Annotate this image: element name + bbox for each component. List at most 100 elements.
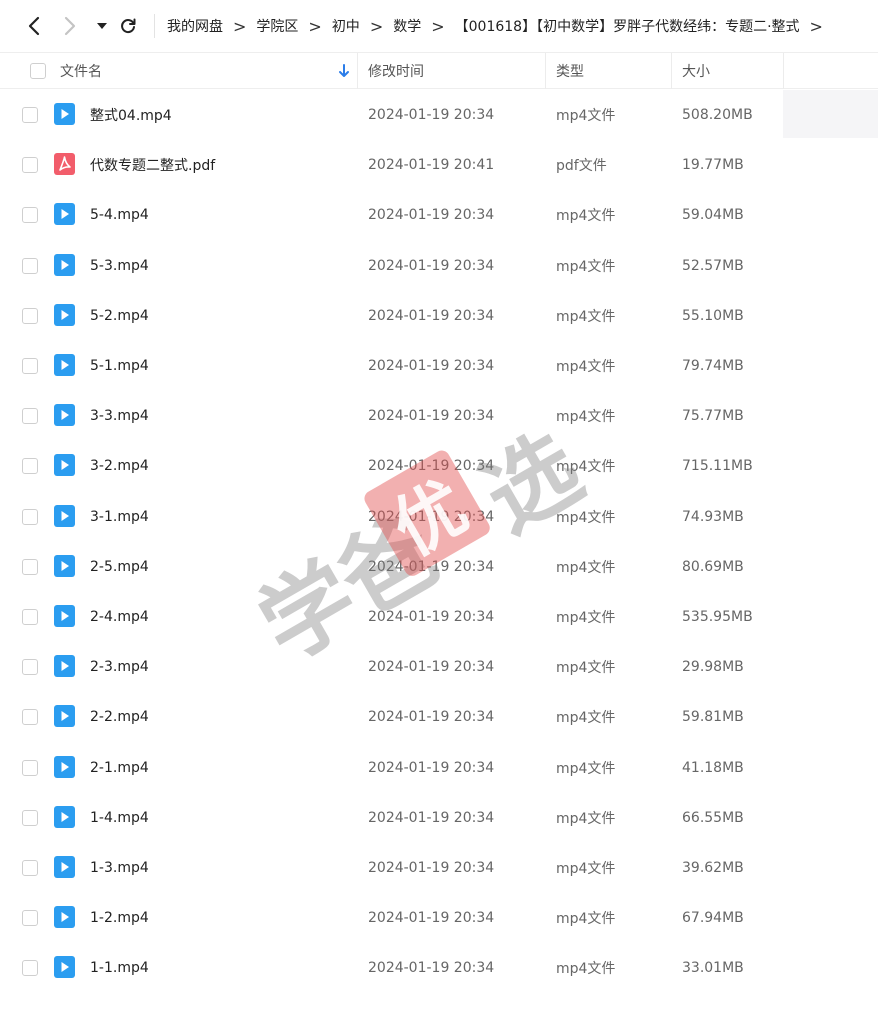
file-type: mp4文件 [556, 660, 616, 677]
breadcrumb-item-my-drive[interactable]: 我的网盘 [167, 16, 223, 36]
video-file-icon [54, 906, 75, 929]
video-file-icon [54, 605, 75, 627]
play-glyph-icon [61, 209, 69, 220]
video-file-icon [54, 253, 75, 276]
table-row[interactable]: 5-1.mp4 2024-01-19 20:34 mp4文件 79.74MB [0, 341, 878, 391]
row-checkbox[interactable] [22, 558, 38, 575]
table-row[interactable]: 整式04.mp4 2024-01-19 20:34 mp4文件 508.20MB [0, 90, 878, 140]
row-checkbox[interactable] [22, 358, 38, 374]
select-all-checkbox[interactable] [30, 63, 46, 79]
table-row[interactable]: 1-4.mp4 2024-01-19 20:34 mp4文件 66.55MB [0, 793, 878, 843]
row-checkbox[interactable] [22, 157, 38, 174]
forward-arrow-icon[interactable] [58, 14, 82, 38]
table-row[interactable]: 代数专题二整式.pdf 2024-01-19 20:41 pdf文件 19.77MB [0, 140, 878, 190]
column-header-size[interactable]: 大小 [682, 53, 710, 89]
file-type: mp4文件 [556, 610, 616, 626]
breadcrumb-item-academy[interactable]: 学院区 [256, 16, 298, 36]
row-checkbox[interactable] [22, 809, 38, 826]
row-checkbox[interactable] [22, 960, 38, 977]
file-name[interactable]: 1-4.mp4 [90, 793, 149, 843]
file-name[interactable]: 3-2.mp4 [90, 441, 149, 491]
row-checkbox[interactable] [22, 860, 38, 876]
table-row[interactable]: 3-3.mp4 2024-01-19 20:34 mp4文件 75.77MB [0, 391, 878, 441]
file-type: mp4文件 [556, 359, 616, 375]
file-name[interactable]: 2-3.mp4 [90, 642, 149, 692]
file-name[interactable]: 2-1.mp4 [90, 743, 149, 793]
row-checkbox[interactable] [22, 609, 38, 625]
table-row[interactable]: 5-3.mp4 2024-01-19 20:34 mp4文件 52.57MB [0, 241, 878, 291]
file-name[interactable]: 5-2.mp4 [90, 291, 149, 341]
breadcrumb: 我的网盘 > 学院区 > 初中 > 数学 > 【001618】【初中数学】罗胖子… [167, 14, 833, 38]
row-checkbox[interactable] [22, 257, 38, 274]
video-file-icon [54, 354, 75, 376]
table-row[interactable]: 3-1.mp4 2024-01-19 20:34 mp4文件 74.93MB [0, 492, 878, 542]
video-file-icon [54, 504, 75, 527]
table-row[interactable]: 3-2.mp4 2024-01-19 20:34 mp4文件 715.11MB [0, 441, 878, 491]
file-modified-time: 2024-01-19 20:34 [368, 358, 495, 374]
row-checkbox[interactable] [22, 207, 38, 224]
row-checkbox[interactable] [22, 408, 38, 425]
breadcrumb-separator: > [233, 16, 247, 36]
file-type: mp4文件 [556, 308, 616, 325]
play-glyph-icon [61, 761, 69, 772]
breadcrumb-item-junior-high[interactable]: 初中 [332, 16, 360, 36]
file-name[interactable]: 1-1.mp4 [90, 943, 149, 993]
row-checkbox[interactable] [22, 508, 38, 525]
column-divider[interactable] [671, 53, 672, 89]
table-row[interactable]: 2-4.mp4 2024-01-19 20:34 mp4文件 535.95MB [0, 592, 878, 642]
file-size: 508.20MB [682, 107, 753, 123]
file-name[interactable]: 5-1.mp4 [90, 341, 149, 391]
table-row[interactable]: 1-1.mp4 2024-01-19 20:34 mp4文件 33.01MB [0, 943, 878, 993]
file-modified-time: 2024-01-19 20:34 [368, 107, 495, 123]
row-checkbox[interactable] [22, 910, 38, 927]
row-checkbox[interactable] [22, 307, 38, 324]
file-name[interactable]: 5-3.mp4 [90, 241, 149, 291]
row-checkbox[interactable] [22, 659, 38, 676]
row-checkbox[interactable] [22, 107, 38, 123]
file-name[interactable]: 1-2.mp4 [90, 893, 149, 943]
column-divider[interactable] [545, 53, 546, 89]
row-checkbox[interactable] [22, 458, 38, 475]
sort-descending-icon[interactable] [338, 63, 350, 79]
file-name[interactable]: 代数专题二整式.pdf [90, 140, 215, 190]
table-row[interactable]: 5-4.mp4 2024-01-19 20:34 mp4文件 59.04MB [0, 190, 878, 240]
table-row[interactable]: 1-2.mp4 2024-01-19 20:34 mp4文件 67.94MB [0, 893, 878, 943]
file-name[interactable]: 2-4.mp4 [90, 592, 149, 642]
file-name[interactable]: 5-4.mp4 [90, 190, 149, 240]
column-divider[interactable] [357, 53, 358, 89]
video-file-icon [54, 655, 75, 678]
table-row[interactable]: 2-2.mp4 2024-01-19 20:34 mp4文件 59.81MB [0, 692, 878, 742]
column-header-name-label: 文件名 [60, 64, 102, 80]
file-modified-time: 2024-01-19 20:34 [368, 709, 495, 726]
column-header-type[interactable]: 类型 [556, 53, 584, 89]
file-size: 33.01MB [682, 960, 744, 977]
table-row[interactable]: 2-1.mp4 2024-01-19 20:34 mp4文件 41.18MB [0, 743, 878, 793]
table-row[interactable]: 5-2.mp4 2024-01-19 20:34 mp4文件 55.10MB [0, 291, 878, 341]
row-checkbox[interactable] [22, 709, 38, 726]
file-modified-time: 2024-01-19 20:34 [368, 759, 495, 776]
file-size: 59.81MB [682, 709, 744, 726]
file-name[interactable]: 3-1.mp4 [90, 492, 149, 542]
file-name[interactable]: 3-3.mp4 [90, 391, 149, 441]
row-checkbox[interactable] [22, 759, 38, 776]
history-dropdown-icon[interactable] [90, 14, 114, 38]
video-file-icon [54, 856, 75, 878]
table-row[interactable]: 1-3.mp4 2024-01-19 20:34 mp4文件 39.62MB [0, 843, 878, 893]
file-name[interactable]: 2-2.mp4 [90, 692, 149, 742]
back-arrow-icon[interactable] [22, 14, 46, 38]
file-name[interactable]: 1-3.mp4 [90, 843, 149, 893]
file-size: 29.98MB [682, 659, 744, 676]
play-glyph-icon [61, 410, 69, 421]
refresh-icon[interactable] [116, 14, 140, 38]
breadcrumb-item-current-folder[interactable]: 【001618】【初中数学】罗胖子代数经纬：专题二·整式 [455, 16, 800, 36]
column-header-modified[interactable]: 修改时间 [368, 53, 424, 89]
file-name[interactable]: 整式04.mp4 [90, 90, 172, 140]
breadcrumb-item-math[interactable]: 数学 [393, 16, 421, 36]
table-row[interactable]: 2-5.mp4 2024-01-19 20:34 mp4文件 80.69MB [0, 542, 878, 592]
file-name[interactable]: 2-5.mp4 [90, 542, 149, 592]
file-type: pdf文件 [556, 158, 607, 175]
video-file-icon [54, 103, 75, 125]
table-row[interactable]: 2-3.mp4 2024-01-19 20:34 mp4文件 29.98MB [0, 642, 878, 692]
column-divider[interactable] [783, 53, 784, 89]
column-header-name[interactable]: 文件名 [60, 53, 102, 89]
